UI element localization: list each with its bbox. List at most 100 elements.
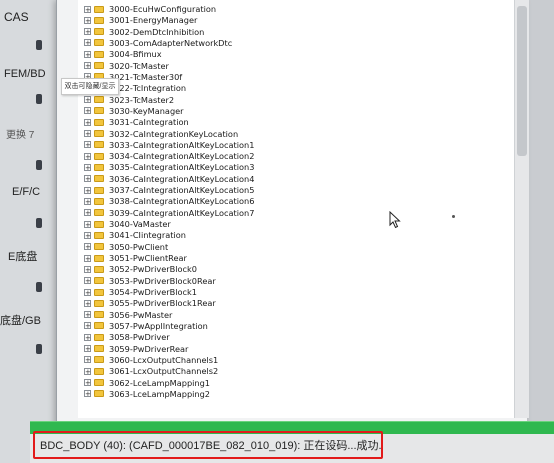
side-label-cas: CAS <box>4 10 29 24</box>
tree-item-code: 3032 <box>109 128 130 139</box>
expand-toggle-icon[interactable]: + <box>84 16 91 24</box>
folder-icon <box>94 96 104 104</box>
tree-item[interactable]: +3002 - DemDtcInhibition <box>84 27 204 37</box>
expand-toggle-icon[interactable]: + <box>84 345 91 353</box>
expand-toggle-icon[interactable]: + <box>84 322 91 330</box>
folder-icon <box>94 345 104 353</box>
folder-icon <box>94 39 104 47</box>
tree-item-code: 3055 <box>109 298 130 309</box>
tree-item[interactable]: +3023 - TcMaster2 <box>84 95 174 105</box>
tree-item[interactable]: +3059 - PwDriverRear <box>84 344 188 354</box>
tree-item-name: KeyManager <box>132 105 184 116</box>
expand-toggle-icon[interactable]: + <box>84 333 91 341</box>
expand-toggle-icon[interactable]: + <box>84 39 91 47</box>
tree-item[interactable]: +3061 - LcxOutputChannels2 <box>84 366 218 376</box>
tree-item[interactable]: +3040 - VaMaster <box>84 219 171 229</box>
expand-toggle-icon[interactable]: + <box>84 299 91 307</box>
tree-item[interactable]: +3034 - CaIntegrationAltKeyLocation2 <box>84 151 254 161</box>
tree-item-code: 3058 <box>109 332 130 343</box>
expand-toggle-icon[interactable]: + <box>84 254 91 262</box>
tree-item[interactable]: +3056 - PwMaster <box>84 310 172 320</box>
tree-item-name: CaIntegrationAltKeyLocation2 <box>132 151 255 162</box>
expand-toggle-icon[interactable]: + <box>84 243 91 251</box>
tree-item-name: CaIntegrationKeyLocation <box>132 128 239 139</box>
expand-toggle-icon[interactable]: + <box>84 62 91 70</box>
expand-toggle-icon[interactable]: + <box>84 277 91 285</box>
side-control-3[interactable] <box>36 160 42 170</box>
tree-item[interactable]: +3039 - CaIntegrationAltKeyLocation7 <box>84 208 254 218</box>
tree-item[interactable]: +3052 - PwDriverBlock0 <box>84 264 197 274</box>
expand-toggle-icon[interactable]: + <box>84 163 91 171</box>
side-label-update: 更换 7 <box>6 130 35 141</box>
tree-item-name: CaIntegrationAltKeyLocation7 <box>132 207 255 218</box>
expand-toggle-icon[interactable]: + <box>84 141 91 149</box>
side-control-6[interactable] <box>36 344 42 354</box>
expand-toggle-icon[interactable]: + <box>84 28 91 36</box>
tree-item-name: CaIntegrationAltKeyLocation1 <box>132 139 255 150</box>
tree-item[interactable]: +3054 - PwDriverBlock1 <box>84 287 197 297</box>
tree-item[interactable]: +3033 - CaIntegrationAltKeyLocation1 <box>84 140 254 150</box>
side-control-5[interactable] <box>36 282 42 292</box>
tree-scrollbar[interactable] <box>514 0 529 418</box>
expand-toggle-icon[interactable]: + <box>84 175 91 183</box>
tree-item[interactable]: +3000 - EcuHwConfiguration <box>84 4 216 14</box>
tree-item[interactable]: +3001 - EnergyManager <box>84 15 197 25</box>
tree-item[interactable]: +3004 - Bfimux <box>84 49 162 59</box>
side-control-2[interactable] <box>36 94 42 104</box>
expand-toggle-icon[interactable]: + <box>84 5 91 13</box>
expand-toggle-icon[interactable]: + <box>84 390 91 398</box>
mouse-cursor-icon <box>389 211 401 229</box>
folder-icon <box>94 5 104 13</box>
side-control-4[interactable] <box>36 218 42 228</box>
tree-item[interactable]: +3058 - PwDriver <box>84 332 170 342</box>
tree-item[interactable]: +3036 - CaIntegrationAltKeyLocation4 <box>84 174 254 184</box>
tree-item[interactable]: +3055 - PwDriverBlock1Rear <box>84 298 216 308</box>
tree-item[interactable]: +3060 - LcxOutputChannels1 <box>84 355 218 365</box>
tree-item-name: PwClientRear <box>132 253 187 264</box>
expand-toggle-icon[interactable]: + <box>84 96 91 104</box>
tree-item[interactable]: +3050 - PwClient <box>84 242 168 252</box>
tree-item[interactable]: +3032 - CaIntegrationKeyLocation <box>84 129 238 139</box>
tree-item[interactable]: +3063 - LceLampMapping2 <box>84 389 210 399</box>
tree-item-name: PwApplIntegration <box>132 320 208 331</box>
expand-toggle-icon[interactable]: + <box>84 288 91 296</box>
expand-toggle-icon[interactable]: + <box>84 107 91 115</box>
expand-toggle-icon[interactable]: + <box>84 209 91 217</box>
expand-toggle-icon[interactable]: + <box>84 50 91 58</box>
expand-toggle-icon[interactable]: + <box>84 356 91 364</box>
expand-toggle-icon[interactable]: + <box>84 130 91 138</box>
expand-toggle-icon[interactable]: + <box>84 265 91 273</box>
expand-toggle-icon[interactable]: + <box>84 311 91 319</box>
tree-item[interactable]: +3053 - PwDriverBlock0Rear <box>84 276 216 286</box>
expand-toggle-icon[interactable]: + <box>84 186 91 194</box>
expand-toggle-icon[interactable]: + <box>84 367 91 375</box>
folder-icon <box>94 186 104 194</box>
tree-item[interactable]: +3041 - CIintegration <box>84 230 186 240</box>
tree-item-name: LceLampMapping1 <box>132 377 211 388</box>
tree-item[interactable]: +3062 - LceLampMapping1 <box>84 378 210 388</box>
tree-item[interactable]: +3057 - PwApplIntegration <box>84 321 208 331</box>
expand-toggle-icon[interactable]: + <box>84 220 91 228</box>
expand-toggle-icon[interactable]: + <box>84 231 91 239</box>
tree-item-name: CaIntegrationAltKeyLocation5 <box>132 185 255 196</box>
folder-icon <box>94 107 104 115</box>
tree-item[interactable]: +3051 - PwClientRear <box>84 253 187 263</box>
expand-toggle-icon[interactable]: + <box>84 197 91 205</box>
tree-item-code: 3050 <box>109 241 130 252</box>
tree-item[interactable]: +3038 - CaIntegrationAltKeyLocation6 <box>84 196 254 206</box>
side-control-1[interactable] <box>36 40 42 50</box>
tree-item[interactable]: +3037 - CaIntegrationAltKeyLocation5 <box>84 185 254 195</box>
scrollbar-thumb[interactable] <box>517 6 527 156</box>
tree-item-name: LcxOutputChannels1 <box>132 354 219 365</box>
tree-item[interactable]: +3035 - CaIntegrationAltKeyLocation3 <box>84 162 254 172</box>
tree-item[interactable]: +3003 - ComAdapterNetworkDtc <box>84 38 232 48</box>
tree-item-name: PwClient <box>132 241 169 252</box>
tree-item[interactable]: +3031 - CaIntegration <box>84 117 189 127</box>
tree-item-name: ComAdapterNetworkDtc <box>132 37 233 48</box>
expand-toggle-icon[interactable]: + <box>84 152 91 160</box>
tree-item[interactable]: +3030 - KeyManager <box>84 106 184 116</box>
expand-toggle-icon[interactable]: + <box>84 379 91 387</box>
tree-item[interactable]: +3020 - TcMaster <box>84 61 169 71</box>
expand-toggle-icon[interactable]: + <box>84 118 91 126</box>
folder-icon <box>94 390 104 398</box>
